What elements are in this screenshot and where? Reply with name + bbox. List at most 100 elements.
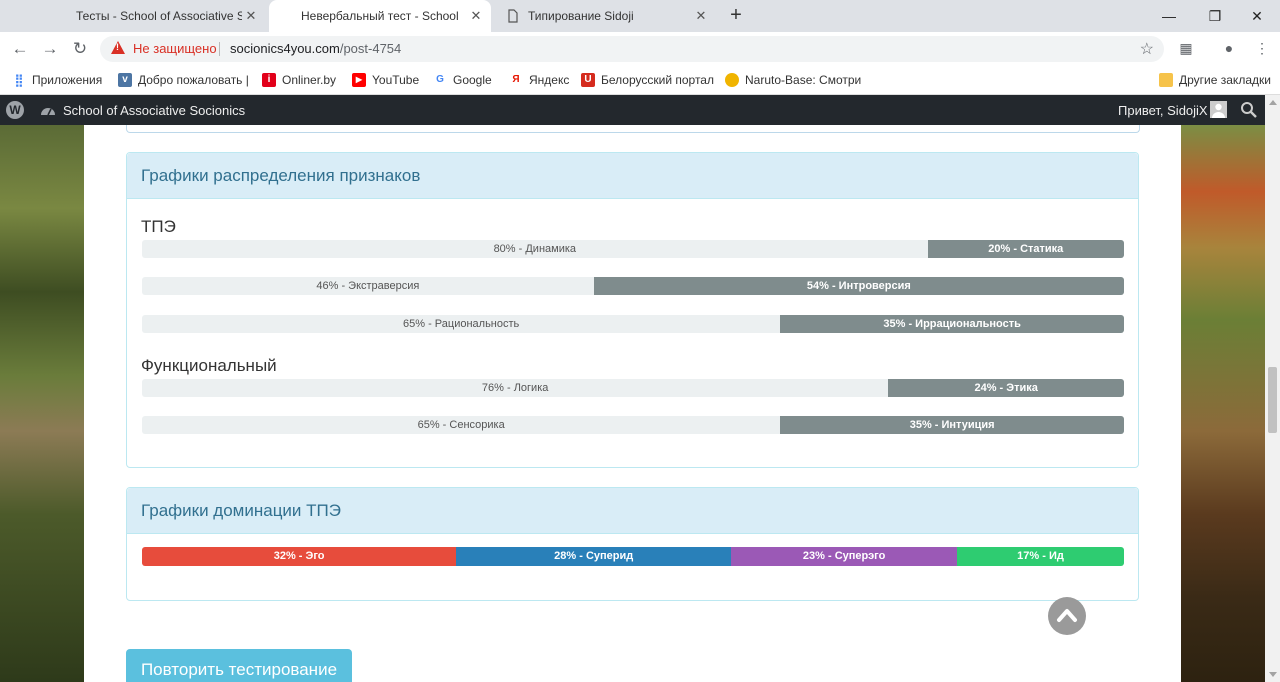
maximize-icon[interactable]: ❐: [1192, 0, 1238, 32]
url-path: /post-4754: [339, 41, 402, 56]
panel-heading: Графики доминации ТПЭ: [127, 488, 1138, 534]
extension-icon[interactable]: ▦: [1176, 40, 1196, 58]
tab-title: Невербальный тест - School of: [301, 9, 461, 23]
bar-right-segment: 35% - Иррациональность: [780, 315, 1124, 333]
background-right: [1181, 125, 1265, 682]
close-icon[interactable]: ✕: [469, 9, 483, 23]
bookmark-onliner[interactable]: i Onliner.by: [262, 71, 336, 89]
site-name-link[interactable]: School of Associative Socionics: [63, 103, 245, 118]
distribution-panel: Графики распределения признаков ТПЭ 80% …: [126, 152, 1139, 468]
dashboard-icon: [41, 108, 55, 116]
bookmark-google[interactable]: G Google: [433, 71, 492, 89]
close-icon[interactable]: ✕: [694, 9, 708, 23]
domination-bar: 32% - Эго 28% - Суперид 23% - Суперэго 1…: [142, 547, 1124, 566]
page-viewport: Графики распределения признаков ТПЭ 80% …: [0, 125, 1265, 682]
bar-left-segment: 65% - Рациональность: [403, 318, 520, 330]
bookmark-label: Другие закладки: [1179, 73, 1271, 87]
bar-right-segment: 35% - Интуиция: [780, 416, 1124, 434]
google-icon: G: [436, 74, 444, 85]
tab-typing[interactable]: Типирование Sidoji ✕: [494, 0, 716, 32]
group-title-functional: Функциональный: [141, 356, 277, 375]
tab-title: Типирование Sidoji: [528, 9, 634, 23]
scroll-to-top-button[interactable]: [1048, 597, 1086, 635]
url-text: socionics4you.com/post-4754: [230, 41, 401, 56]
bookmark-label: Naruto-Base: Смотри: [745, 73, 862, 87]
bookmark-star-icon[interactable]: ☆: [1140, 39, 1154, 59]
bookmark-label: Onliner.by: [282, 73, 337, 87]
bookmark-label: Google: [453, 73, 492, 87]
domination-segment-superego: 23% - Суперэго: [731, 547, 958, 566]
minimize-icon[interactable]: —: [1146, 0, 1192, 32]
bookmarks-bar: ⣿ Приложения v Добро пожаловать | i Onli…: [0, 66, 1280, 95]
url-host: socionics4you.com: [230, 41, 340, 56]
trait-bar: 65% - Сенсорика 35% - Интуиция: [142, 416, 1124, 434]
bar-right-segment: 54% - Интроверсия: [593, 277, 1124, 295]
wordpress-logo-icon[interactable]: W: [6, 101, 24, 119]
bar-right-segment: 24% - Этика: [888, 379, 1124, 397]
trait-bar: 80% - Динамика 20% - Статика: [142, 240, 1124, 258]
bar-left-segment: 46% - Экстраверсия: [316, 280, 420, 292]
reload-icon[interactable]: ↻: [69, 38, 91, 60]
scroll-up-arrow-icon[interactable]: [1269, 100, 1277, 105]
trait-bar: 65% - Рациональность 35% - Иррационально…: [142, 315, 1124, 333]
profile-icon[interactable]: ●: [1219, 40, 1239, 58]
domination-panel: Графики доминации ТПЭ 32% - Эго 28% - Су…: [126, 487, 1139, 601]
scrollbar-thumb[interactable]: [1268, 367, 1277, 433]
bookmark-tutby[interactable]: U Белорусский портал: [581, 71, 714, 89]
trait-bar: 46% - Экстраверсия 54% - Интроверсия: [142, 277, 1124, 295]
new-tab-button[interactable]: +: [724, 4, 748, 28]
onliner-icon: i: [262, 73, 276, 87]
bookmark-label: Добро пожаловать |: [138, 73, 249, 87]
background-left: [0, 125, 84, 682]
bookmark-yandex[interactable]: Я Яндекс: [509, 71, 569, 89]
tab-nonverbal-test[interactable]: Невербальный тест - School of ✕: [269, 0, 491, 32]
page-scrollbar[interactable]: [1265, 95, 1280, 682]
panel-heading: Графики распределения признаков: [127, 153, 1138, 199]
bookmark-label: YouTube: [372, 73, 420, 87]
chevron-up-icon: [1057, 609, 1077, 622]
address-bar[interactable]: Не защищено socionics4you.com/post-4754 …: [100, 36, 1164, 62]
warning-icon: [111, 41, 125, 54]
bookmark-label: Приложения: [32, 73, 103, 87]
bookmark-label: Белорусский портал: [601, 73, 714, 87]
domination-segment-ego: 32% - Эго: [142, 547, 457, 566]
naruto-icon: [725, 73, 739, 87]
wp-admin-bar: W School of Associative Socionics Привет…: [0, 95, 1280, 125]
tutby-icon: U: [581, 73, 595, 87]
bookmark-youtube[interactable]: ▶ YouTube: [352, 71, 419, 89]
close-icon[interactable]: ✕: [244, 9, 258, 23]
bookmark-other[interactable]: Другие закладки: [1159, 71, 1271, 89]
browser-toolbar: ← → ↻ Не защищено socionics4you.com/post…: [0, 32, 1280, 66]
scroll-down-arrow-icon[interactable]: [1269, 672, 1277, 677]
retry-test-button[interactable]: Повторить тестирование: [126, 649, 352, 682]
back-icon[interactable]: ←: [9, 38, 31, 60]
tab-tests[interactable]: Тесты - School of Associative Soc ✕: [44, 0, 266, 32]
folder-icon: [1159, 73, 1173, 87]
apps-grid-icon: ⣿: [14, 73, 24, 87]
tab-title: Тесты - School of Associative Soc: [76, 9, 242, 23]
bookmark-naruto[interactable]: Naruto-Base: Смотри: [725, 71, 861, 89]
trait-bar: 76% - Логика 24% - Этика: [142, 379, 1124, 397]
previous-panel-edge: [126, 125, 1140, 133]
youtube-icon: ▶: [352, 73, 366, 87]
vk-icon: v: [118, 73, 132, 87]
bar-right-segment: 20% - Статика: [927, 240, 1124, 258]
group-title-tpe: ТПЭ: [141, 217, 176, 236]
yandex-icon: Я: [512, 74, 520, 85]
window-close-icon[interactable]: ✕: [1234, 0, 1280, 32]
greeting-link[interactable]: Привет, SidojiX: [1118, 103, 1208, 118]
menu-icon[interactable]: ⋮: [1252, 40, 1272, 58]
divider: [219, 42, 220, 56]
bar-left-segment: 65% - Сенсорика: [417, 419, 505, 431]
bar-left-segment: 76% - Логика: [481, 382, 549, 394]
search-icon[interactable]: [1240, 101, 1258, 119]
forward-icon[interactable]: →: [39, 38, 61, 60]
bookmark-apps[interactable]: ⣿ Приложения: [12, 71, 103, 89]
insecure-label: Не защищено: [133, 41, 217, 56]
avatar[interactable]: [1210, 101, 1227, 118]
domination-segment-id: 17% - Ид: [957, 547, 1124, 566]
bar-left-segment: 80% - Динамика: [493, 243, 577, 255]
bookmark-vk[interactable]: v Добро пожаловать |: [118, 71, 249, 89]
tab-strip: Тесты - School of Associative Soc ✕ Неве…: [0, 0, 1280, 32]
content-area: Графики распределения признаков ТПЭ 80% …: [84, 125, 1181, 682]
